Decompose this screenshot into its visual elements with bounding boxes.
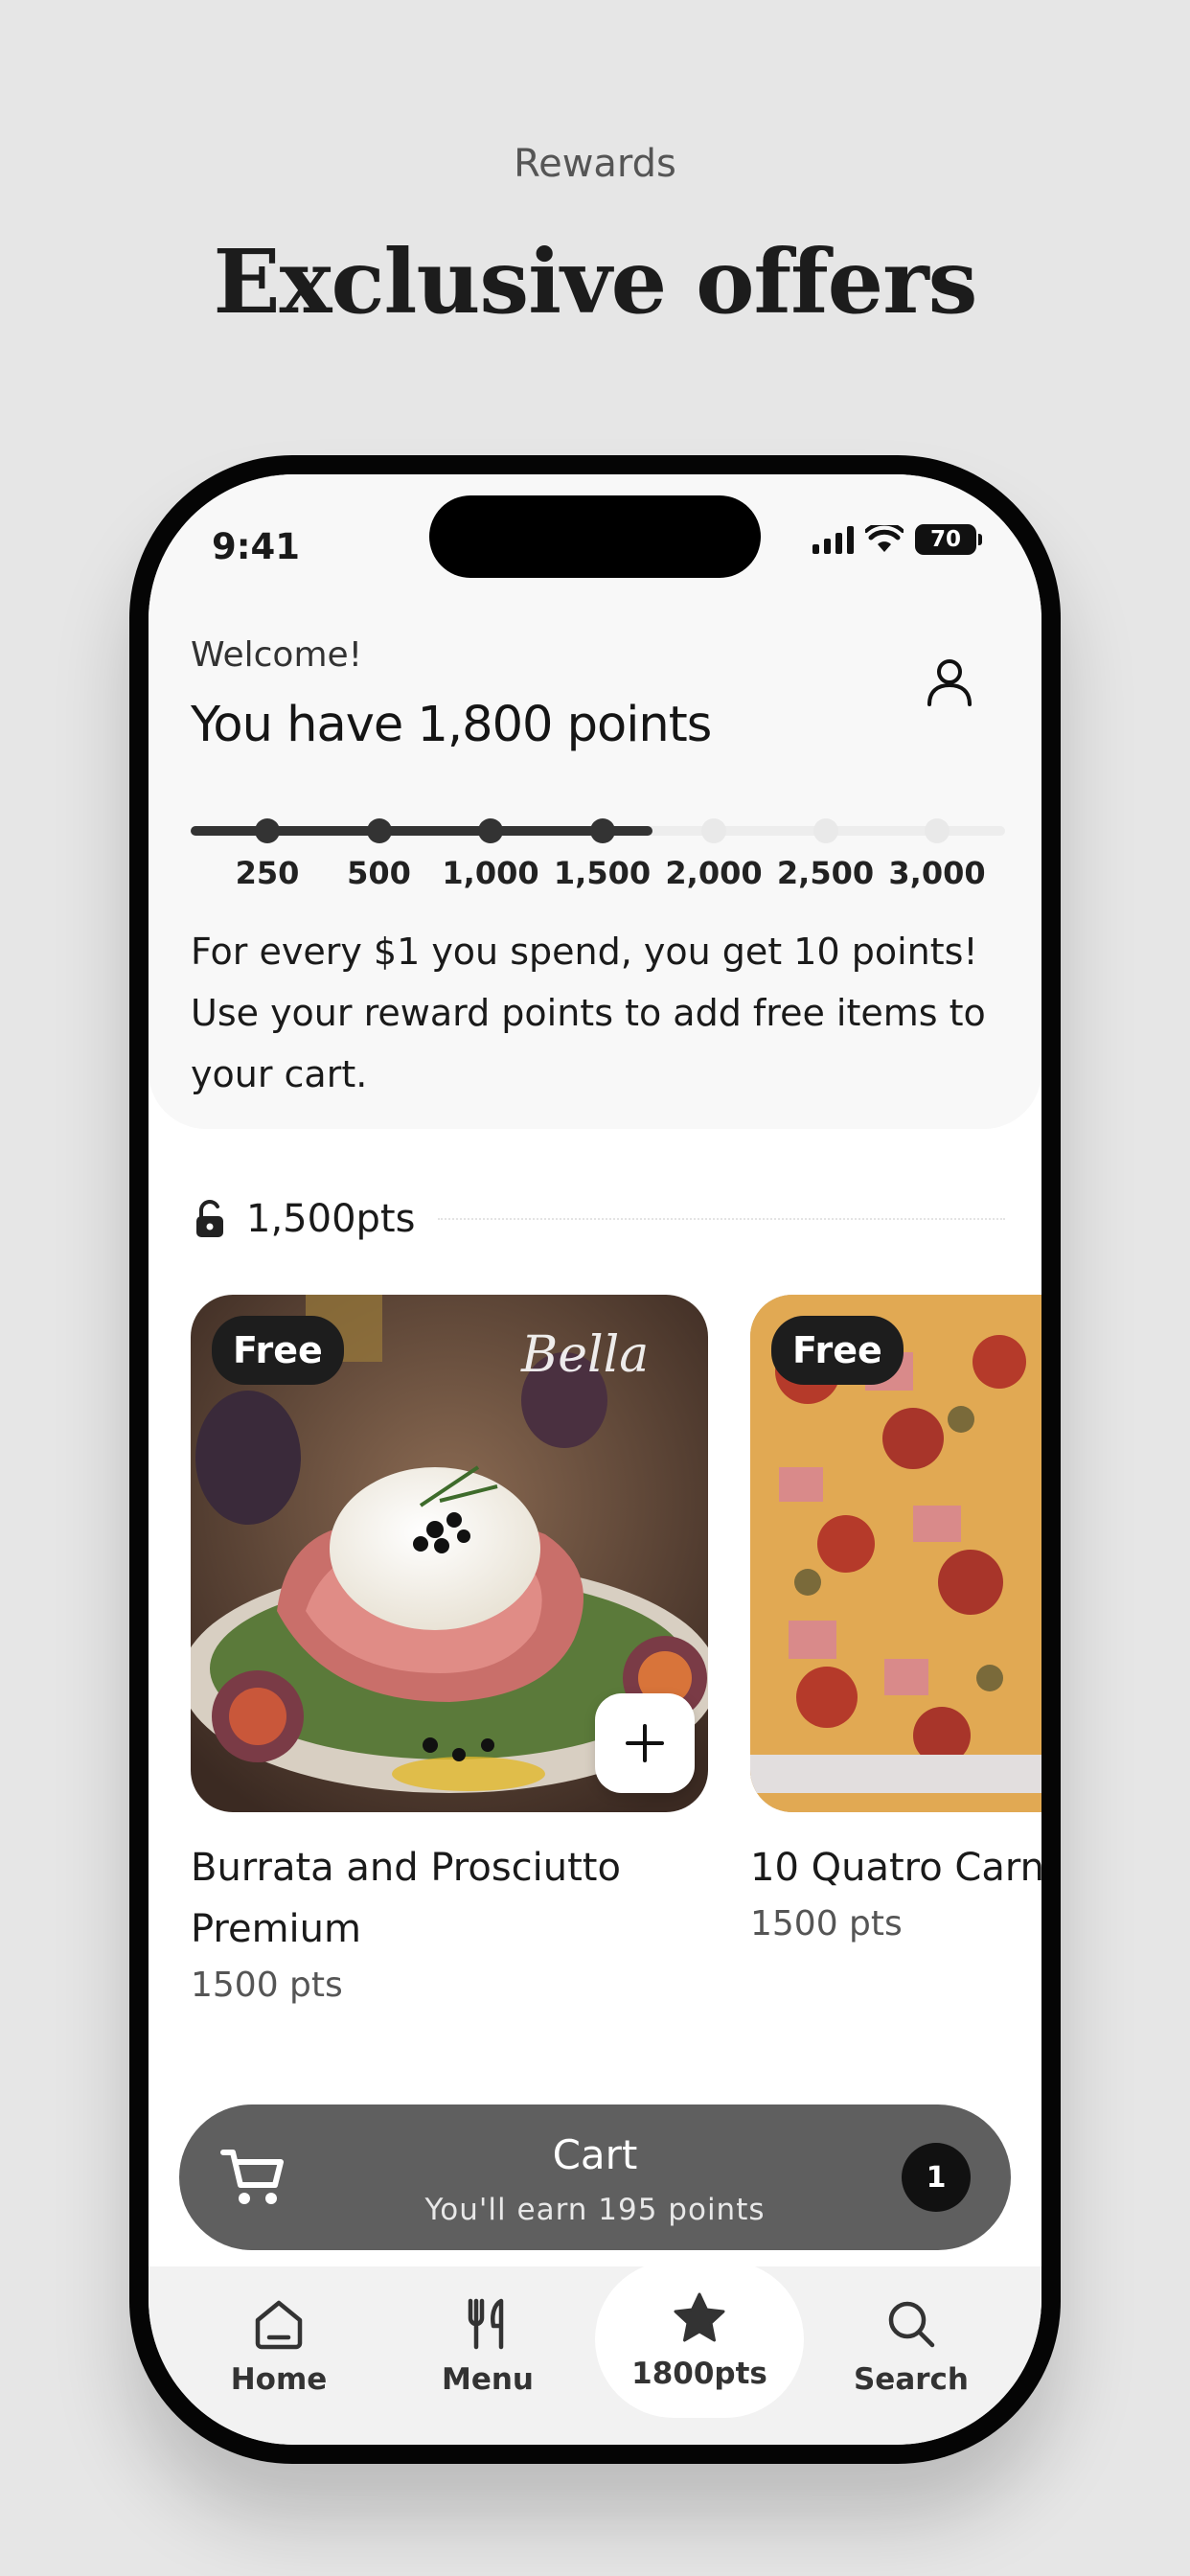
product-image-burrata: Bella Free [191, 1295, 708, 1812]
profile-icon[interactable] [921, 653, 978, 710]
tab-rewards[interactable]: 1800pts [595, 2261, 804, 2418]
fork-knife-icon [468, 2298, 504, 2350]
points-progress-bar [191, 818, 1005, 843]
product-points: 1500 pts [191, 1966, 343, 2005]
welcome-text: Welcome! [191, 635, 363, 675]
status-time: 9:41 [212, 526, 301, 567]
free-badge: Free [212, 1316, 344, 1385]
cart-title: Cart [552, 2131, 638, 2178]
tab-label: Menu [441, 2362, 534, 2397]
tab-label: Search [853, 2362, 969, 2397]
signal-icon [812, 525, 854, 554]
tab-bar: Home Menu 1800pts Search [149, 2261, 1041, 2445]
milestone-label: 2,000 [665, 855, 763, 891]
cart-count-badge: 1 [902, 2143, 971, 2212]
milestone-labels: 250 500 1,000 1,500 2,000 2,500 3,000 [191, 855, 1005, 903]
milestone-label: 1,000 [442, 855, 539, 891]
plus-icon [626, 1724, 664, 1762]
milestone-label: 500 [347, 855, 411, 891]
unlock-icon [196, 1200, 223, 1237]
page-headline: Exclusive offers [213, 230, 978, 334]
milestone-dot [255, 818, 280, 843]
tab-search[interactable]: Search [807, 2266, 1016, 2429]
product-card[interactable]: Free 10 Quatro Carne 1500 pts [750, 1295, 1041, 1944]
milestone-dot [925, 818, 950, 843]
battery-icon: 70 [915, 524, 982, 555]
phone-frame: Welcome! You have 1,800 points 250 500 1,0… [129, 455, 1061, 2464]
page-eyebrow: Rewards [514, 142, 676, 186]
tier-label: 1,500pts [246, 1197, 416, 1241]
product-image-pizza: Free [750, 1295, 1041, 1812]
star-icon [674, 2292, 725, 2342]
tab-menu[interactable]: Menu [383, 2266, 592, 2429]
battery-level: 70 [915, 524, 976, 555]
rewards-info-text: For every $1 you spend, you get 10 point… [191, 931, 986, 1095]
tab-label: 1800pts [631, 2357, 767, 2391]
milestone-dot [589, 818, 615, 843]
home-icon [255, 2300, 303, 2350]
free-badge: Free [771, 1316, 904, 1385]
tab-home[interactable]: Home [174, 2266, 383, 2429]
add-to-cart-button[interactable] [595, 1693, 695, 1793]
product-name: Burrata and Prosciutto Premium [191, 1846, 621, 1951]
status-icons: 70 [812, 524, 982, 555]
product-name: 10 Quatro Carne [750, 1846, 1041, 1890]
product-points: 1500 pts [750, 1904, 903, 1944]
points-title: You have 1,800 points [191, 697, 712, 753]
milestone-dot [812, 818, 838, 843]
product-card[interactable]: Bella Free Burrata and Prosciutto Premiu… [191, 1295, 708, 2005]
milestone-dot [478, 818, 503, 843]
milestone-label: 1,500 [553, 855, 652, 891]
phone-screen: Welcome! You have 1,800 points 250 500 1,0… [149, 474, 1041, 2445]
tier-row: 1,500pts [191, 1195, 1005, 1243]
dynamic-island [429, 495, 761, 578]
milestone-label: 250 [235, 855, 300, 891]
milestone-dot [701, 818, 726, 843]
milestone-dot [366, 818, 392, 843]
tier-divider [438, 1218, 1005, 1220]
tab-label: Home [230, 2362, 328, 2397]
search-icon [888, 2301, 935, 2348]
cart-button[interactable]: Cart You'll earn 195 points 1 [179, 2104, 1011, 2250]
wifi-icon [865, 525, 904, 552]
cart-earn-text: You'll earn 195 points [424, 2193, 766, 2227]
milestone-label: 3,000 [888, 855, 986, 891]
milestone-label: 2,500 [776, 855, 875, 891]
svg-text:Bella: Bella [520, 1326, 649, 1384]
